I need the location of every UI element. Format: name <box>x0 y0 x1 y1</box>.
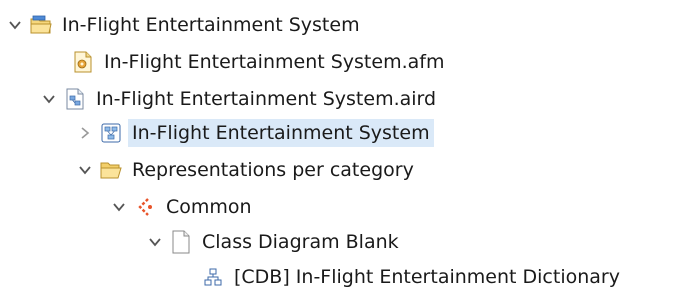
tree-item-model-root[interactable]: In-Flight Entertainment System <box>76 116 434 150</box>
tree-item-label: Common <box>166 196 252 218</box>
tree-item-label: In-Flight Entertainment System <box>62 14 360 36</box>
tree-item-cdb-dictionary[interactable]: [CDB] In-Flight Entertainment Dictionary <box>202 260 622 294</box>
tree-item-label: In-Flight Entertainment System.aird <box>96 88 437 110</box>
tree-item-label: In-Flight Entertainment System.afm <box>104 51 445 73</box>
afm-file-icon <box>72 51 94 73</box>
chevron-down-icon[interactable] <box>146 233 164 251</box>
aird-file-icon <box>64 88 86 110</box>
chevron-down-icon[interactable] <box>40 90 58 108</box>
chevron-down-icon[interactable] <box>6 16 24 34</box>
tree-item-label: Class Diagram Blank <box>202 231 399 253</box>
tree-item-aird-file[interactable]: In-Flight Entertainment System.aird <box>40 82 438 116</box>
tree-item-class-diagram[interactable]: Class Diagram Blank <box>146 225 401 259</box>
chevron-down-icon[interactable] <box>76 161 94 179</box>
class-diagram-icon <box>202 266 224 288</box>
open-folder-icon <box>100 159 122 181</box>
viewpoint-icon <box>134 196 156 218</box>
project-explorer-tree: In-Flight Entertainment System In-Flight… <box>0 0 677 293</box>
model-icon <box>100 122 122 144</box>
tree-item-common[interactable]: Common <box>110 190 254 224</box>
tree-item-afm-file[interactable]: In-Flight Entertainment System.afm <box>72 45 446 79</box>
chevron-right-icon[interactable] <box>76 124 94 142</box>
tree-item-representations[interactable]: Representations per category <box>76 153 416 187</box>
project-folder-icon <box>30 14 52 36</box>
tree-item-label: In-Flight Entertainment System <box>128 119 434 147</box>
tree-item-label: Representations per category <box>132 159 414 181</box>
chevron-down-icon[interactable] <box>110 198 128 216</box>
tree-item-label: [CDB] In-Flight Entertainment Dictionary <box>234 266 620 288</box>
tree-item-project[interactable]: In-Flight Entertainment System <box>6 8 362 42</box>
blank-page-icon <box>170 230 192 254</box>
